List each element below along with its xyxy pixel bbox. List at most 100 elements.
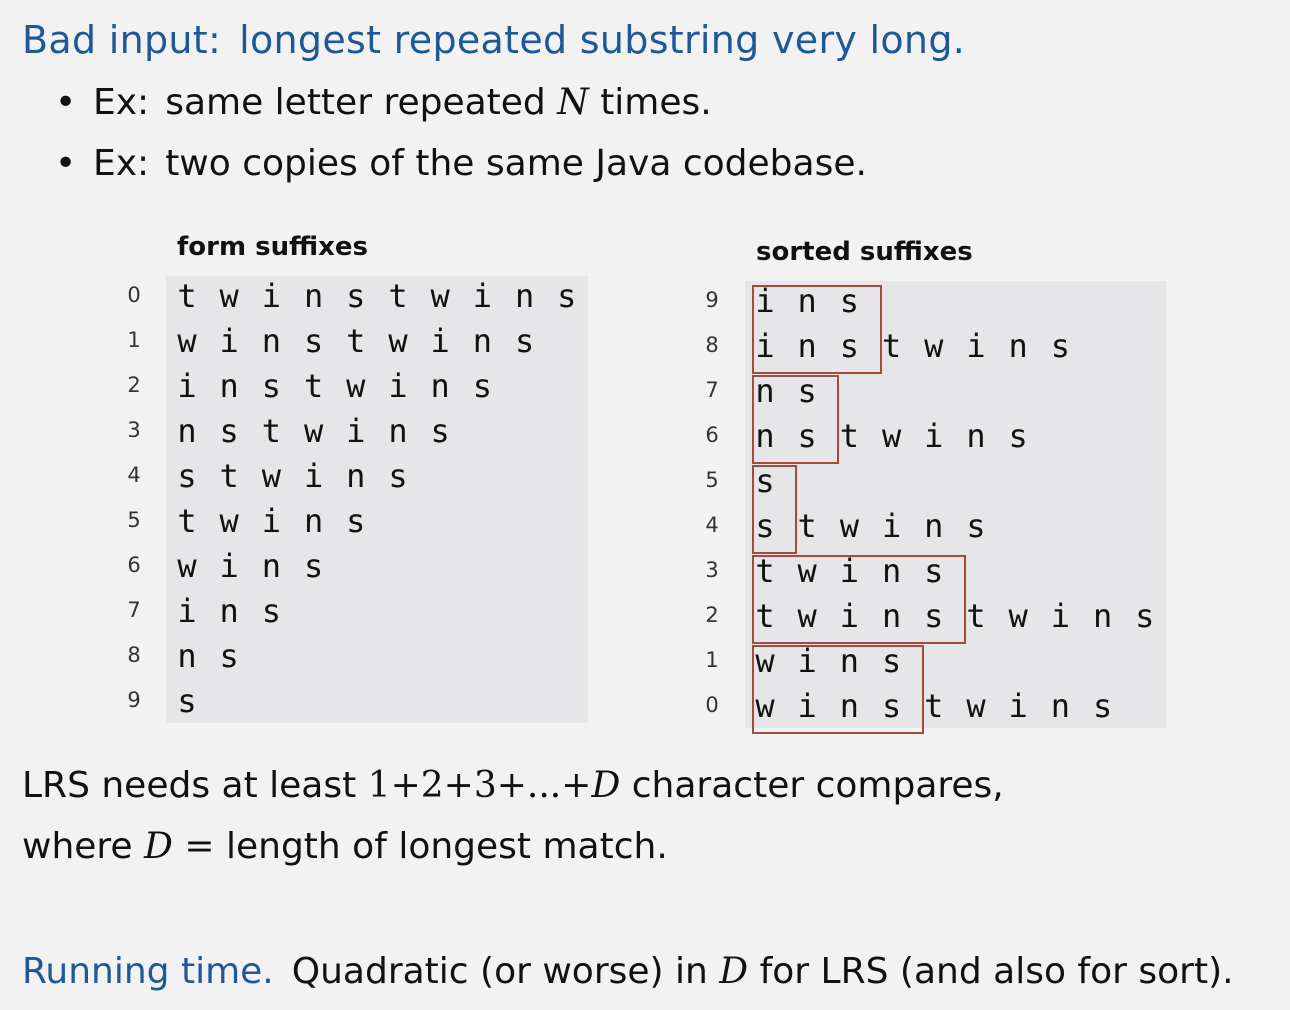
suffix-char: t [303, 367, 324, 405]
running-math-D: D [719, 951, 749, 992]
suffix-char: i [261, 502, 282, 540]
slide-heading: Bad input: longest repeated substring ver… [22, 18, 965, 62]
suffix-char: w [839, 507, 860, 545]
lrs-definition: length of longest match. [225, 826, 668, 867]
suffix-char: n [1008, 327, 1028, 365]
row-index: 0 [705, 693, 719, 717]
suffix-char: w [966, 687, 986, 725]
suffix-char: i [966, 327, 986, 365]
suffix-char: s [388, 457, 408, 495]
formula-1: 1 [367, 765, 391, 806]
suffix-char: i [430, 322, 450, 360]
formula-3: 3 [473, 765, 497, 806]
running-time-label: Running time. [22, 951, 274, 992]
suffix-char: s [1092, 687, 1113, 725]
lrs-D: D [144, 826, 173, 867]
suffix-char: w [303, 412, 324, 450]
suffix-char: i [177, 592, 197, 630]
row-index: 6 [127, 553, 141, 577]
suffix-char: n [303, 277, 324, 315]
suffix-char: i [388, 367, 408, 405]
row-index: 8 [127, 643, 141, 667]
suffix-char: n [177, 637, 197, 675]
lrs-line-1: LRS needs at least 1+2+3+...+D character… [22, 765, 1004, 806]
suffix-char: t [219, 457, 239, 495]
lrs-where: where [22, 826, 133, 867]
row-index: 4 [127, 463, 141, 487]
suffix-char: n [1092, 597, 1113, 635]
suffix-char: n [261, 547, 282, 585]
suffix-char: s [966, 507, 986, 545]
formula-2: 2 [420, 765, 444, 806]
suffix-char: s [303, 547, 324, 585]
suffix-char: i [472, 277, 493, 315]
bullet-prefix: Ex: [93, 143, 150, 184]
sorted-suffixes-title: sorted suffixes [756, 237, 973, 267]
match-box [752, 375, 840, 464]
suffix-char: n [472, 322, 493, 360]
row-index: 9 [127, 688, 141, 712]
suffix-char: s [1050, 327, 1071, 365]
bullet-dot-icon: • [55, 143, 77, 184]
suffix-char: s [177, 682, 197, 720]
row-index: 3 [705, 558, 719, 582]
suffix-char: w [388, 322, 408, 360]
heading-label: Bad input: [22, 18, 222, 62]
lrs-text-before: LRS needs at least [22, 765, 357, 806]
suffix-char: s [346, 502, 366, 540]
suffix-char: s [514, 322, 535, 360]
suffix-char: i [303, 457, 324, 495]
suffix-char: i [924, 417, 944, 455]
suffix-char: i [219, 322, 239, 360]
suffix-char: i [177, 367, 197, 405]
row-index: 1 [705, 648, 719, 672]
row-index: 1 [127, 328, 141, 352]
suffix-char: n [219, 592, 239, 630]
suffix-char: s [219, 412, 239, 450]
match-box [752, 645, 924, 734]
suffix-char: t [177, 277, 197, 315]
suffix-char: t [177, 502, 197, 540]
bullet-text-after: times. [600, 82, 712, 123]
match-box [752, 555, 966, 644]
suffix-char: s [261, 367, 282, 405]
suffix-char: n [430, 367, 450, 405]
lrs-text-after: character compares, [631, 765, 1004, 806]
row-index: 5 [705, 468, 719, 492]
suffix-char: t [388, 277, 408, 315]
suffix-char: w [430, 277, 450, 315]
suffix-char: w [219, 502, 239, 540]
suffix-char: w [177, 547, 197, 585]
suffix-char: s [219, 637, 239, 675]
suffix-char: w [1008, 597, 1028, 635]
row-index: 4 [705, 513, 719, 537]
suffix-char: i [1008, 687, 1028, 725]
bullet-prefix: Ex: [93, 82, 150, 123]
bullet-same-letter: • Ex: same letter repeated N times. [55, 82, 712, 123]
suffix-char: s [430, 412, 450, 450]
bullet-text-before: same letter repeated [165, 82, 546, 123]
suffix-char: w [177, 322, 197, 360]
suffix-char: s [303, 322, 324, 360]
bullet-java-codebase: • Ex: two copies of the same Java codebase… [55, 143, 867, 184]
row-index: 2 [127, 373, 141, 397]
suffix-char: i [881, 507, 902, 545]
match-box [752, 465, 798, 554]
suffix-char: w [219, 277, 239, 315]
suffix-char: n [346, 457, 366, 495]
formula-D: D [591, 765, 621, 806]
formula-plus: + [443, 765, 474, 806]
suffix-char: n [261, 322, 282, 360]
suffix-char: n [303, 502, 324, 540]
lrs-line-2: where D = length of longest match. [22, 826, 668, 867]
row-index: 7 [127, 598, 141, 622]
row-index: 6 [705, 423, 719, 447]
suffix-char: w [924, 327, 944, 365]
suffix-char: s [1135, 597, 1155, 635]
formula-plus: + [561, 765, 592, 806]
suffix-char: s [177, 457, 197, 495]
formula-plus: + [496, 765, 527, 806]
formula-ellipsis: ... [526, 765, 562, 806]
suffix-char: w [346, 367, 366, 405]
row-index: 0 [127, 283, 141, 307]
